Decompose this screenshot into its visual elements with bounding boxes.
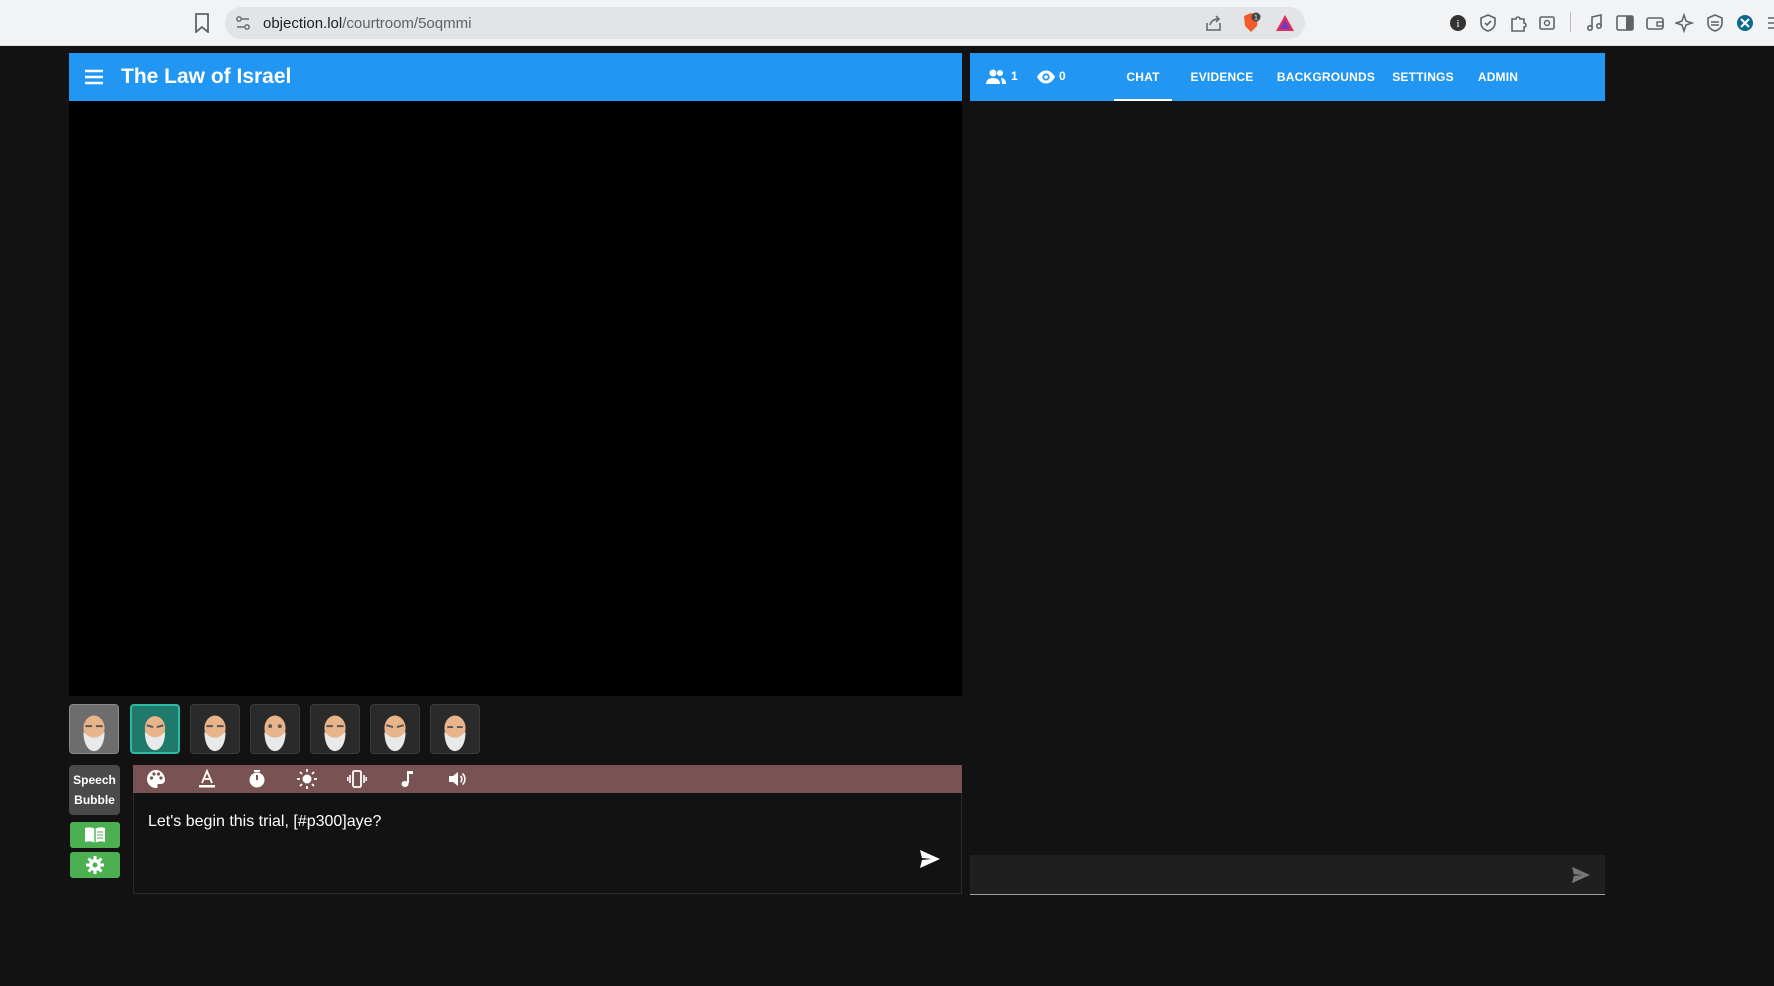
pose-thumbnail-6[interactable]	[370, 704, 420, 754]
url-text[interactable]: objection.lol/courtroom/5oqmmi	[263, 15, 471, 32]
chat-send-icon[interactable]	[1571, 866, 1591, 884]
music-note-icon[interactable]	[397, 769, 417, 789]
character-portrait-icon	[144, 716, 166, 751]
speech-bubble-label-line1: Speech	[73, 773, 116, 787]
character-portrait-icon	[204, 715, 226, 752]
timer-icon[interactable]	[247, 769, 267, 789]
volume-icon[interactable]	[447, 769, 467, 789]
pose-thumbnail-1[interactable]	[69, 704, 119, 754]
character-portrait-icon	[324, 715, 346, 752]
brave-shields-icon[interactable]: 1	[1241, 12, 1261, 34]
courtroom-stage	[69, 101, 962, 696]
vibrate-icon[interactable]	[347, 769, 367, 789]
message-toolbar	[133, 765, 962, 793]
message-text[interactable]: Let's begin this trial, [#p300]aye?	[148, 813, 381, 831]
url-host: objection.lol	[263, 15, 343, 32]
eye-icon	[1037, 70, 1055, 84]
courtroom-title: The Law of Israel	[121, 65, 292, 88]
settings-button[interactable]	[70, 852, 120, 878]
browser-toolbar: objection.lol/courtroom/5oqmmi 1 i	[0, 0, 1774, 46]
address-bar[interactable]: objection.lol/courtroom/5oqmmi 1	[225, 7, 1305, 39]
music-icon[interactable]	[1585, 13, 1605, 33]
tab-chat[interactable]: CHAT	[1114, 53, 1172, 101]
sparkle-icon[interactable]	[1675, 13, 1695, 33]
toolbar-separator	[1570, 12, 1571, 32]
users-count: 1	[1011, 69, 1018, 83]
hamburger-menu-icon[interactable]	[83, 66, 105, 88]
brave-rewards-icon[interactable]	[1275, 14, 1295, 32]
side-panel-appbar: 1 0 CHAT EVIDENCE BACKGROUNDS SETTINGS A…	[970, 53, 1605, 101]
cross-icon[interactable]	[1735, 13, 1755, 33]
tab-admin[interactable]: ADMIN	[1456, 53, 1540, 101]
send-message-icon[interactable]	[919, 849, 941, 869]
puzzle-icon[interactable]	[1508, 13, 1528, 33]
sidebar-icon[interactable]	[1615, 13, 1635, 33]
wallet-icon[interactable]	[1645, 13, 1665, 33]
character-portrait-icon	[384, 715, 406, 752]
brightness-icon[interactable]	[297, 769, 317, 789]
viewers-count: 0	[1059, 69, 1066, 83]
pose-thumbnail-2[interactable]	[130, 704, 180, 754]
pose-thumbnail-3[interactable]	[190, 704, 240, 754]
more-icon[interactable]	[1762, 13, 1774, 33]
bookmark-icon[interactable]	[193, 13, 211, 33]
character-portrait-icon	[264, 715, 286, 752]
brave-badge: 1	[1254, 15, 1258, 22]
palette-icon[interactable]	[146, 769, 166, 789]
url-path: /courtroom/5oqmmi	[342, 15, 472, 32]
chat-log	[970, 101, 1605, 853]
pose-thumbnail-7[interactable]	[430, 704, 480, 754]
chat-input-field[interactable]	[970, 855, 1605, 895]
svg-text:i: i	[1456, 18, 1459, 30]
tab-backgrounds[interactable]: BACKGROUNDS	[1270, 53, 1382, 101]
message-input-box[interactable]: Let's begin this trial, [#p300]aye?	[133, 793, 962, 894]
users-icon	[986, 69, 1006, 84]
site-settings-icon[interactable]	[235, 15, 251, 31]
evidence-book-button[interactable]	[70, 822, 120, 848]
character-portrait-icon	[83, 715, 105, 752]
shield-check-icon[interactable]	[1478, 13, 1498, 33]
text-color-icon[interactable]	[197, 769, 217, 789]
book-open-icon	[85, 827, 105, 843]
screenshot-icon[interactable]	[1537, 13, 1557, 33]
tab-evidence[interactable]: EVIDENCE	[1180, 53, 1264, 101]
character-portrait-icon	[444, 715, 466, 752]
speech-bubble-button[interactable]: Speech Bubble	[69, 765, 120, 815]
share-icon[interactable]	[1205, 14, 1223, 32]
courtroom-appbar: The Law of Israel	[69, 53, 962, 101]
vpn-icon[interactable]	[1705, 13, 1725, 33]
info-icon[interactable]: i	[1448, 13, 1468, 33]
gear-icon	[86, 856, 104, 874]
pose-thumbnail-5[interactable]	[310, 704, 360, 754]
speech-bubble-label-line2: Bubble	[74, 793, 115, 807]
pose-thumbnail-4[interactable]	[250, 704, 300, 754]
